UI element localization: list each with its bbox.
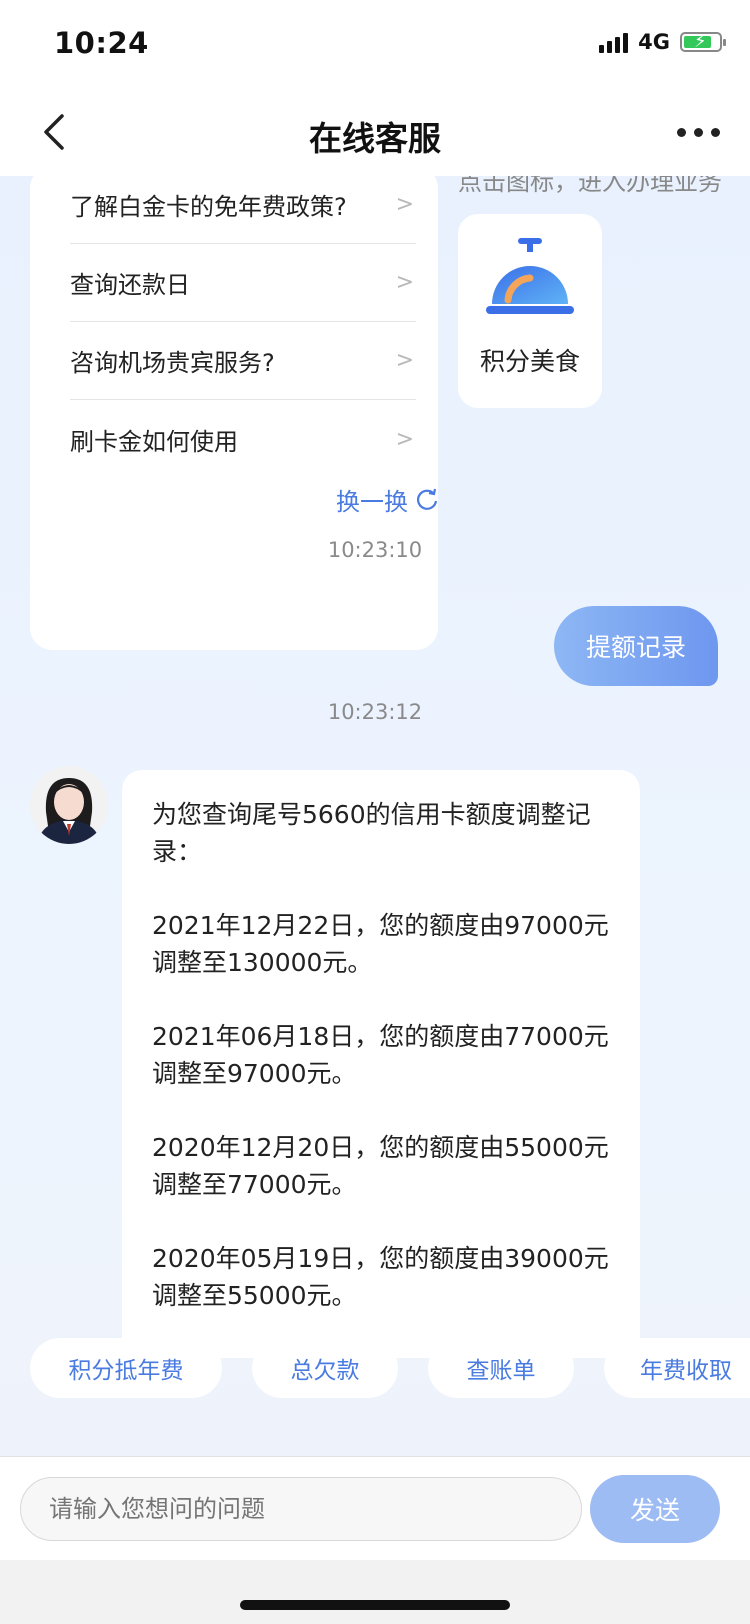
faq-item[interactable]: 咨询机场贵宾服务? >	[70, 322, 416, 400]
faq-item-label: 咨询机场贵宾服务?	[70, 349, 275, 377]
refresh-button[interactable]: 换一换	[336, 482, 440, 517]
more-button[interactable]	[677, 128, 720, 137]
battery-icon: ⚡	[680, 32, 726, 52]
points-dining-card[interactable]: 积分美食	[458, 214, 602, 408]
limit-record: 2021年06月18日，您的额度由77000元调整至97000元。	[152, 1022, 609, 1088]
send-button[interactable]: 发送	[590, 1475, 720, 1543]
refresh-label: 换一换	[336, 488, 408, 516]
input-bar: 发送	[0, 1456, 750, 1561]
signal-icon	[599, 31, 629, 53]
limit-record: 2021年12月22日，您的额度由97000元调整至130000元。	[152, 911, 609, 977]
network-type: 4G	[638, 30, 670, 54]
faq-item-label: 了解白金卡的免年费政策?	[70, 193, 347, 221]
home-indicator[interactable]	[240, 1600, 510, 1610]
chevron-right-icon: >	[395, 192, 414, 217]
message-timestamp: 10:23:12	[327, 700, 423, 724]
message-timestamp: 10:23:10	[327, 538, 423, 562]
quick-reply-chip[interactable]: 年费收取	[604, 1338, 750, 1398]
dining-bell-icon	[486, 238, 574, 314]
page-title: 在线客服	[309, 119, 441, 158]
agent-avatar	[30, 766, 108, 844]
chevron-right-icon: >	[395, 426, 414, 452]
service-hint-text: 点击图标，进入办理业务	[458, 176, 722, 196]
quick-reply-chip[interactable]: 总欠款	[252, 1338, 398, 1398]
faq-item[interactable]: 了解白金卡的免年费政策? >	[70, 176, 416, 244]
chevron-right-icon: >	[395, 270, 414, 295]
faq-item[interactable]: 查询还款日 >	[70, 244, 416, 322]
chat-area[interactable]: 了解白金卡的免年费政策? > 查询还款日 > 咨询机场贵宾服务? > 刷卡金如何…	[0, 176, 750, 1456]
faq-card: 了解白金卡的免年费政策? > 查询还款日 > 咨询机场贵宾服务? > 刷卡金如何…	[30, 176, 438, 650]
faq-item-label: 刷卡金如何使用	[70, 427, 238, 456]
more-dot-icon	[694, 128, 703, 137]
home-area	[0, 1560, 750, 1624]
limit-record: 2020年05月19日，您的额度由39000元调整至55000元。	[152, 1244, 609, 1310]
faq-item[interactable]: 刷卡金如何使用 >	[70, 400, 416, 478]
refresh-icon	[416, 488, 438, 510]
faq-item-label: 查询还款日	[70, 271, 190, 299]
quick-reply-bar: 积分抵年费 总欠款 查账单 年费收取	[0, 1338, 750, 1402]
status-time: 10:24	[54, 26, 149, 60]
question-input[interactable]	[20, 1477, 582, 1541]
more-dot-icon	[677, 128, 686, 137]
user-message-bubble: 提额记录	[554, 606, 718, 686]
chevron-right-icon: >	[395, 348, 414, 373]
agent-avatar-icon	[30, 766, 108, 844]
more-dot-icon	[711, 128, 720, 137]
status-indicators: 4G ⚡	[599, 30, 726, 54]
limit-record: 2020年12月20日，您的额度由55000元调整至77000元。	[152, 1133, 609, 1199]
status-bar: 10:24 4G ⚡	[0, 0, 750, 90]
points-dining-label: 积分美食	[479, 347, 580, 376]
agent-message-bubble: 为您查询尾号5660的信用卡额度调整记录： 2021年12月22日，您的额度由9…	[122, 770, 640, 1358]
nav-bar: 在线客服	[0, 90, 750, 176]
message-intro: 为您查询尾号5660的信用卡额度调整记录：	[152, 800, 591, 866]
quick-reply-chip[interactable]: 积分抵年费	[30, 1338, 222, 1398]
quick-reply-chip[interactable]: 查账单	[428, 1338, 574, 1398]
